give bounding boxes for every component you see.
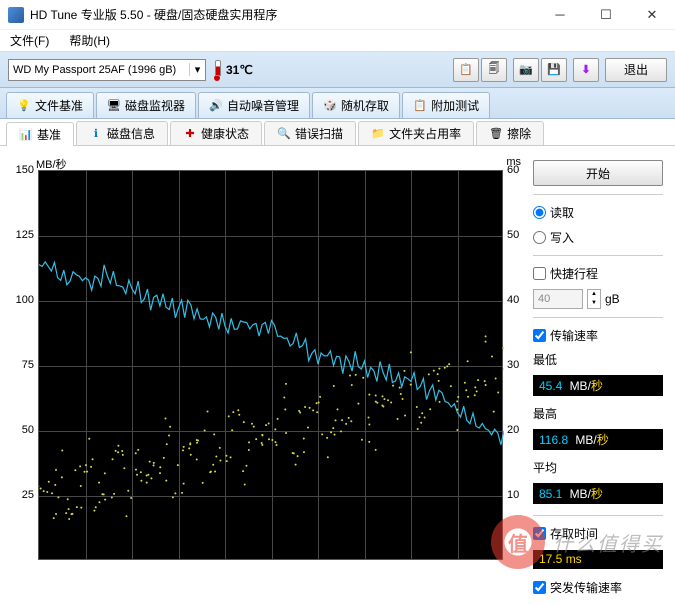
subtab-folder-usage[interactable]: 📁文件夹占用率 (358, 121, 474, 145)
tab-random-access[interactable]: 🎲随机存取 (312, 92, 400, 118)
max-value: 116.8 MB/秒 (533, 429, 663, 450)
subtab-info[interactable]: ℹ磁盘信息 (76, 121, 168, 145)
save-button[interactable]: 💾 (541, 58, 567, 82)
minimize-button[interactable]: ─ (537, 0, 583, 29)
titlebar: HD Tune 专业版 5.50 - 硬盘/固态硬盘实用程序 ─ ☐ ✕ (0, 0, 675, 30)
subtab-health[interactable]: ✚健康状态 (170, 121, 262, 145)
search-icon: 🔍 (277, 127, 291, 141)
speaker-icon: 🔊 (209, 99, 223, 113)
trash-icon: 🗑 (489, 127, 503, 141)
subtab-benchmark[interactable]: 📊基准 (6, 122, 74, 146)
screenshot-button[interactable]: 📷 (513, 58, 539, 82)
quick-size-value[interactable]: 40 (533, 289, 583, 309)
drive-select-text: WD My Passport 25AF (1996 gB) (9, 64, 189, 76)
quick-size-spinner[interactable]: ▲▼ (587, 289, 601, 309)
chevron-down-icon[interactable]: ▾ (189, 63, 205, 76)
mode-read[interactable]: 读取 (533, 203, 663, 222)
drive-select[interactable]: WD My Passport 25AF (1996 gB) ▾ (8, 59, 206, 81)
info-icon: ℹ (89, 127, 103, 141)
mode-write[interactable]: 写入 (533, 228, 663, 247)
gauge-icon: 📊 (19, 128, 33, 142)
avg-value: 85.1 MB/秒 (533, 483, 663, 504)
chart-canvas (38, 170, 503, 560)
menu-help[interactable]: 帮助(H) (63, 30, 116, 51)
app-icon (8, 7, 24, 23)
close-button[interactable]: ✕ (629, 0, 675, 29)
dice-icon: 🎲 (323, 99, 337, 113)
transfer-rate-check[interactable]: 传输速率 (533, 326, 663, 345)
start-button[interactable]: 开始 (533, 160, 663, 186)
avg-label: 平均 (533, 459, 663, 476)
subtab-erase[interactable]: 🗑擦除 (476, 121, 544, 145)
toolbar: WD My Passport 25AF (1996 gB) ▾ 31℃ 📋 🗐 … (0, 52, 675, 88)
thermometer-icon (212, 59, 222, 81)
min-value: 45.4 MB/秒 (533, 375, 663, 396)
sub-tabs: 📊基准 ℹ磁盘信息 ✚健康状态 🔍错误扫描 📁文件夹占用率 🗑擦除 (0, 119, 675, 146)
quick-trip-check[interactable]: 快捷行程 (533, 264, 663, 283)
main-tabs: 💡文件基准 🖥磁盘监视器 🔊自动噪音管理 🎲随机存取 📋附加测试 (0, 88, 675, 119)
tab-aam[interactable]: 🔊自动噪音管理 (198, 92, 310, 118)
access-time-value: 17.5 ms (533, 550, 663, 569)
max-label: 最高 (533, 405, 663, 422)
copy-screenshot-button[interactable]: 🗐 (481, 58, 507, 82)
window-title: HD Tune 专业版 5.50 - 硬盘/固态硬盘实用程序 (30, 6, 537, 23)
monitor-icon: 🖥 (107, 99, 121, 113)
access-time-check[interactable]: 存取时间 (533, 524, 663, 543)
lightbulb-icon: 💡 (17, 99, 31, 113)
menubar: 文件(F) 帮助(H) (0, 30, 675, 52)
exit-button[interactable]: 退出 (605, 58, 667, 82)
tab-disk-monitor[interactable]: 🖥磁盘监视器 (96, 92, 196, 118)
min-label: 最低 (533, 351, 663, 368)
quick-size-input: 40 ▲▼ gB (533, 289, 663, 309)
tab-file-benchmark[interactable]: 💡文件基准 (6, 92, 94, 118)
clipboard-icon: 📋 (413, 99, 427, 113)
temperature-display: 31℃ (212, 59, 253, 81)
menu-file[interactable]: 文件(F) (4, 30, 55, 51)
folder-icon: 📁 (371, 127, 385, 141)
side-panel: 开始 读取 写入 快捷行程 40 ▲▼ gB 传输速率 最低 45.4 MB/秒… (533, 154, 663, 597)
options-button[interactable]: ⬇ (573, 58, 599, 82)
maximize-button[interactable]: ☐ (583, 0, 629, 29)
health-icon: ✚ (183, 127, 197, 141)
tab-extra-tests[interactable]: 📋附加测试 (402, 92, 490, 118)
copy-info-button[interactable]: 📋 (453, 58, 479, 82)
subtab-error-scan[interactable]: 🔍错误扫描 (264, 121, 356, 145)
benchmark-chart: MB/秒 ms 150125100755025605040302010 (8, 154, 525, 597)
